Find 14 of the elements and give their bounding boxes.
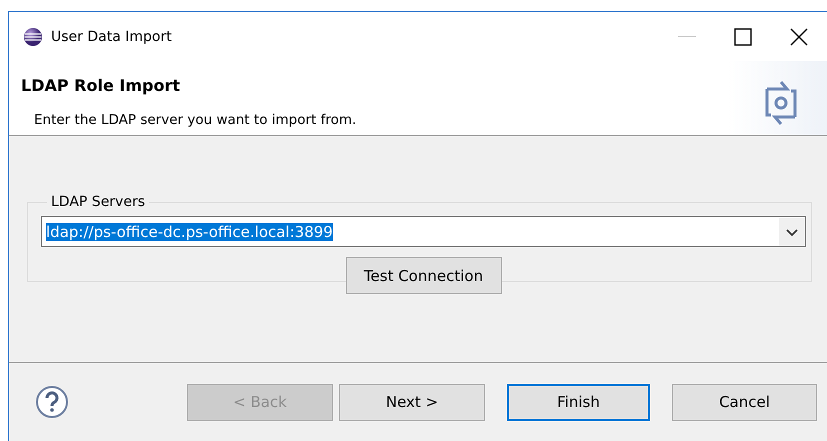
- test-connection-button[interactable]: Test Connection: [346, 257, 502, 294]
- server-combo[interactable]: ldap://ps-office-dc.ps-office.local:3899: [41, 216, 806, 247]
- group-label: LDAP Servers: [50, 194, 146, 210]
- chevron-down-icon: [779, 218, 805, 246]
- wizard-button[interactable]: Next >: [339, 384, 485, 420]
- help-icon[interactable]: [35, 385, 69, 419]
- wizard-button[interactable]: Cancel: [672, 384, 817, 420]
- maximize-icon[interactable]: [734, 28, 752, 46]
- app-icon: [23, 26, 43, 46]
- close-icon[interactable]: [790, 28, 808, 46]
- wizard-button[interactable]: Finish: [507, 384, 650, 420]
- page-description: Enter the LDAP server you want to import from.: [34, 112, 358, 128]
- page-title: LDAP Role Import: [21, 75, 181, 95]
- window-title: User Data Import: [51, 28, 173, 44]
